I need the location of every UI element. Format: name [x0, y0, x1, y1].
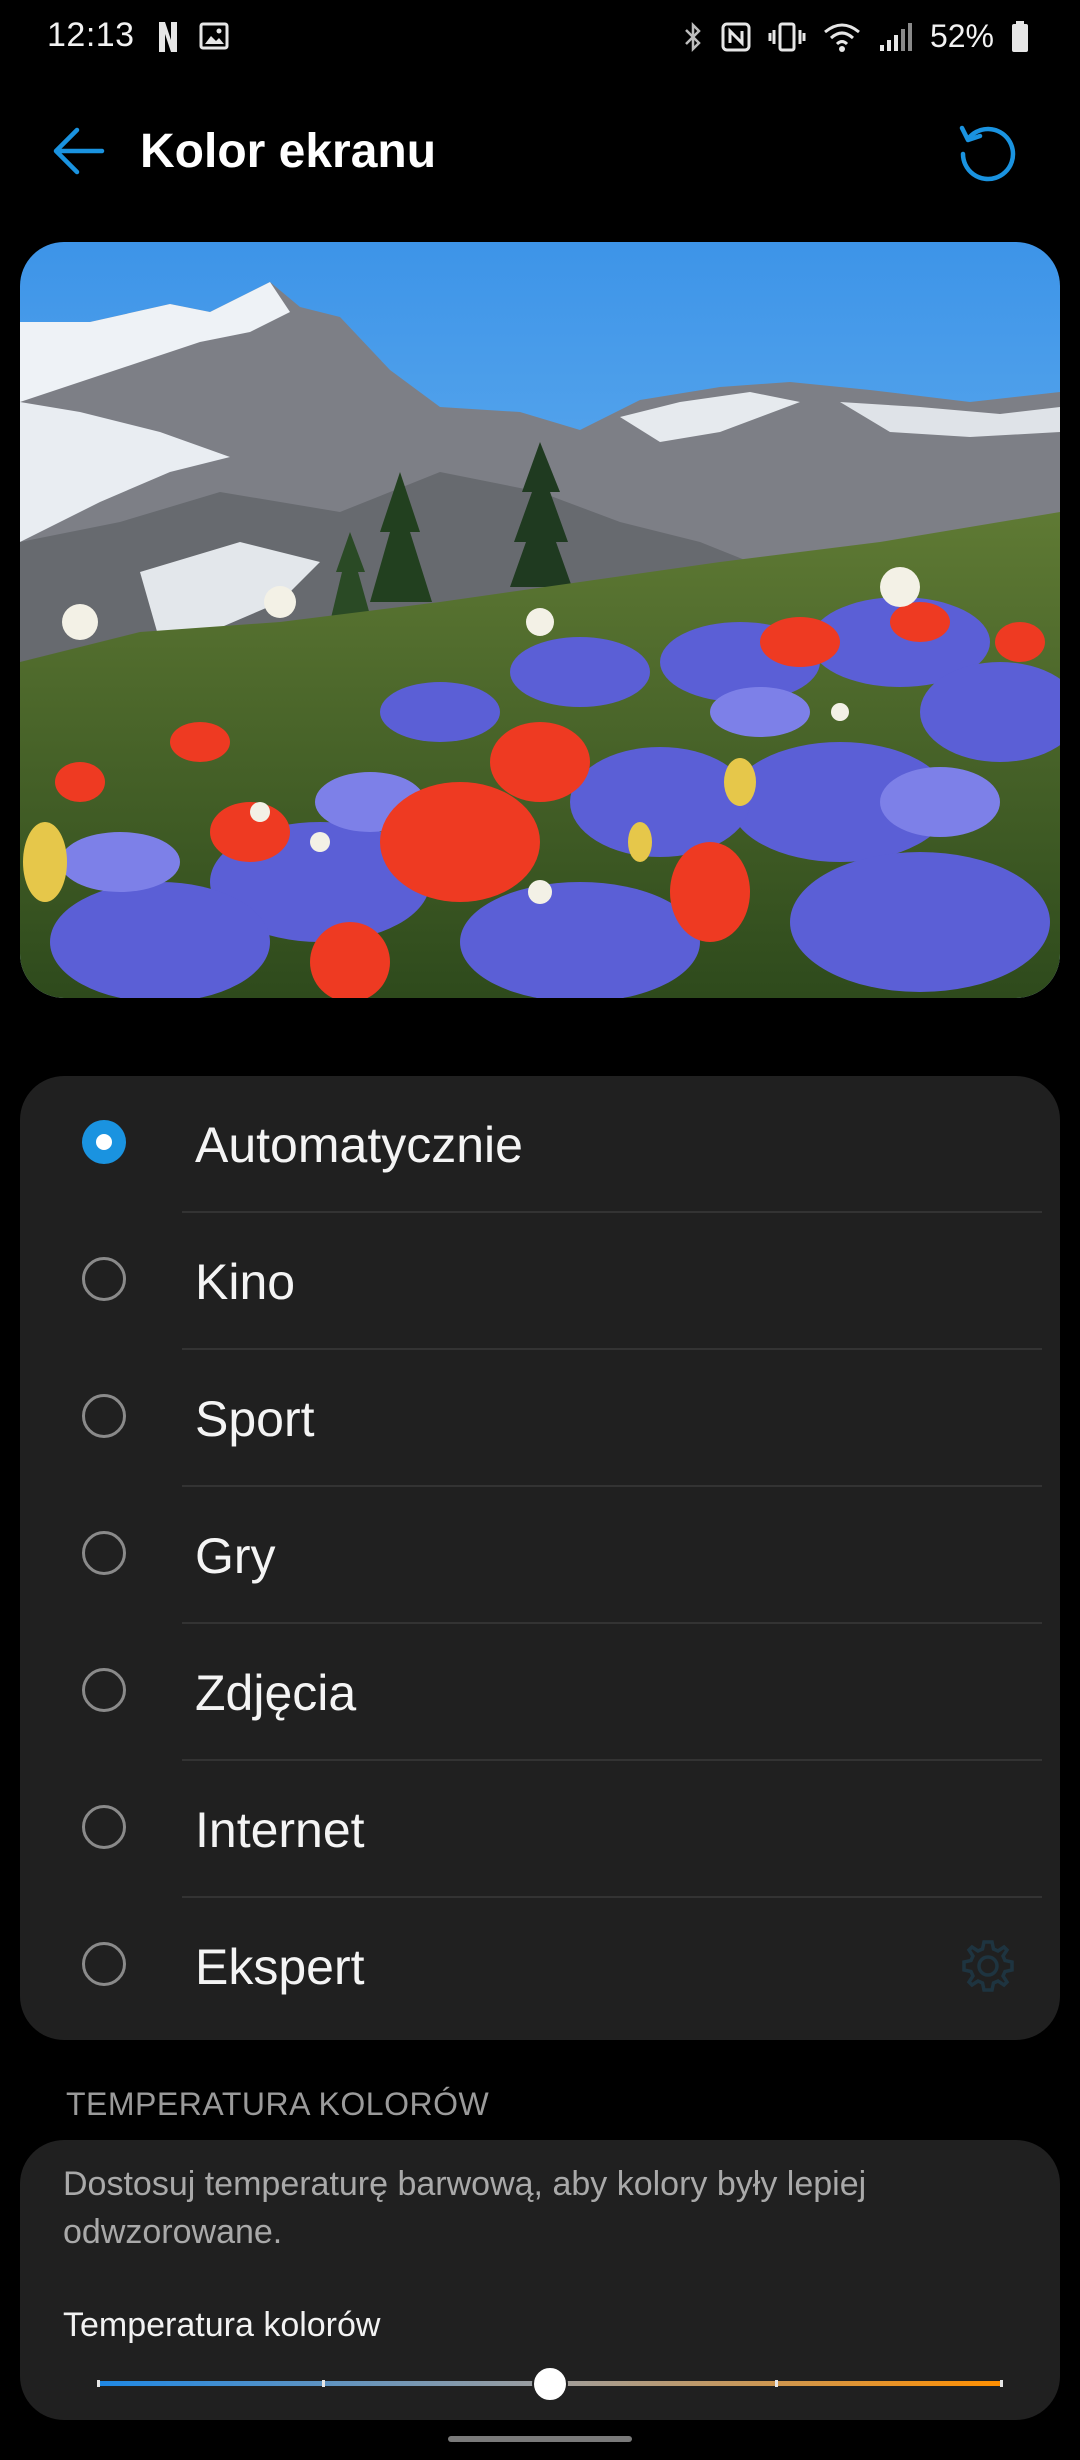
option-zdjecia[interactable]: Zdjęcia — [20, 1624, 1060, 1761]
option-sport[interactable]: Sport — [20, 1350, 1060, 1487]
wifi-icon — [824, 23, 860, 52]
nfc-icon — [721, 22, 751, 51]
battery-icon — [1012, 20, 1028, 52]
section-header-temperature: TEMPERATURA KOLORÓW — [66, 2086, 490, 2122]
option-internet[interactable]: Internet — [20, 1761, 1060, 1898]
vibrate-icon — [768, 22, 806, 51]
option-label: Internet — [195, 1802, 365, 1858]
radio-button[interactable] — [82, 1257, 126, 1301]
option-automatycznie[interactable]: Automatycznie — [20, 1076, 1060, 1213]
netflix-icon — [159, 22, 177, 52]
page-title: Kolor ekranu — [140, 125, 437, 178]
bluetooth-icon — [685, 21, 701, 52]
radio-button[interactable] — [82, 1531, 126, 1575]
gear-icon[interactable] — [958, 1936, 1018, 1996]
reset-button[interactable] — [954, 118, 1020, 184]
temperature-slider-label: Temperatura kolorów — [63, 2306, 381, 2344]
home-indicator[interactable] — [448, 2436, 632, 2442]
back-button[interactable] — [50, 126, 106, 176]
preview-image — [20, 242, 1060, 998]
slider-thumb — [532, 2366, 568, 2402]
status-system-icons: 52% — [682, 18, 1030, 55]
option-label: Ekspert — [195, 1939, 365, 1995]
radio-button[interactable] — [82, 1805, 126, 1849]
radio-button[interactable] — [82, 1394, 126, 1438]
radio-button[interactable] — [82, 1668, 126, 1712]
battery-percent: 52% — [929, 18, 994, 54]
refresh-icon — [959, 125, 1016, 182]
app-bar: Kolor ekranu — [0, 100, 1080, 200]
option-gry[interactable]: Gry — [20, 1487, 1060, 1624]
status-time: 12:13 — [47, 16, 135, 54]
option-ekspert[interactable]: Ekspert — [20, 1898, 1060, 2035]
status-bar: 12:13 52% — [0, 0, 1080, 80]
signal-icon — [879, 22, 912, 51]
temperature-slider[interactable] — [97, 2360, 1003, 2408]
option-label: Gry — [195, 1528, 276, 1584]
option-label: Kino — [195, 1254, 296, 1310]
temperature-description: Dostosuj temperaturę barwową, aby kolory… — [63, 2165, 867, 2251]
temperature-card: Dostosuj temperaturę barwową, aby kolory… — [20, 2140, 1060, 2420]
option-label: Zdjęcia — [195, 1665, 357, 1721]
status-notification-icons — [156, 20, 230, 54]
option-label: Automatycznie — [195, 1117, 523, 1173]
radio-button[interactable] — [82, 1942, 126, 1986]
image-icon — [199, 22, 229, 50]
option-label: Sport — [195, 1391, 315, 1447]
radio-button-checked[interactable] — [82, 1120, 126, 1164]
color-mode-list: Automatycznie Kino Sport Gry Zdjęcia Int… — [20, 1076, 1060, 2040]
option-kino[interactable]: Kino — [20, 1213, 1060, 1350]
arrow-left-icon — [53, 127, 105, 175]
